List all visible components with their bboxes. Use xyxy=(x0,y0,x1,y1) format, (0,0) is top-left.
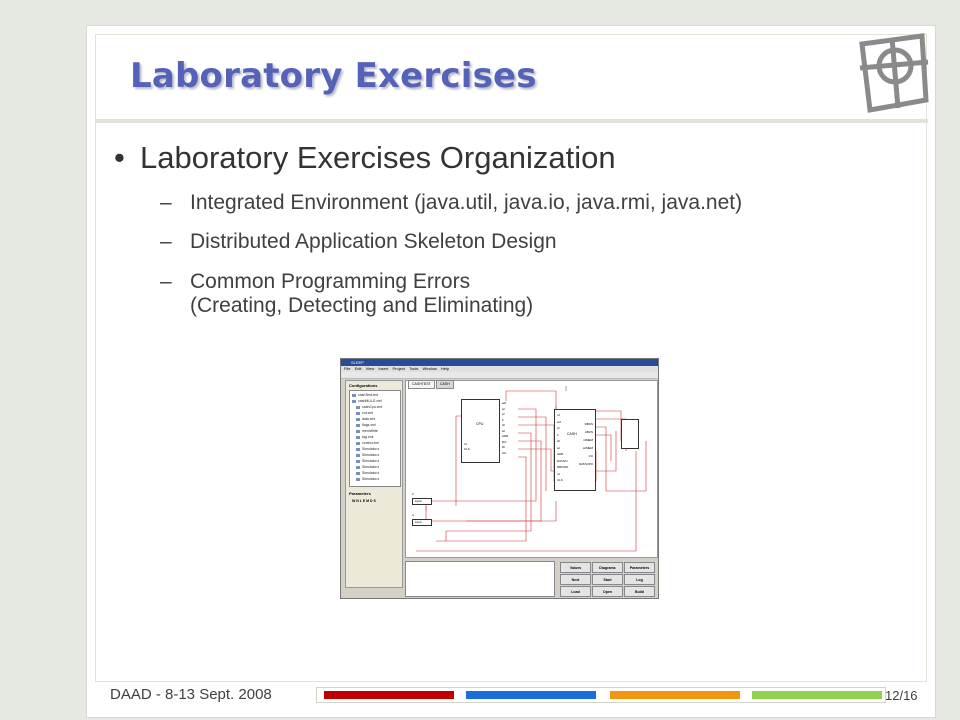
sub-bullet: – Integrated Environment (java.util, java… xyxy=(160,191,742,215)
color-bar-orange xyxy=(610,691,740,699)
slide-title: Laboratory Exercises xyxy=(130,56,537,96)
cash-output-pins: DBUS ABUS rdMEM wrMEM CC DATAOPU xyxy=(579,420,593,468)
toolbar xyxy=(341,372,658,379)
schematic-canvas[interactable]: CASHTEST CASH CPU rd CLK adr wr pf it ch… xyxy=(405,380,658,558)
color-bar-red xyxy=(324,691,454,699)
log-button[interactable]: Log xyxy=(624,574,655,585)
sub-bullet: – Common Programming Errors (Creating, De… xyxy=(160,270,533,318)
color-bar-green xyxy=(752,691,882,699)
pin-label: DBUSIN xyxy=(557,465,569,469)
pin-label: CC xyxy=(502,450,507,455)
input-number: 4 xyxy=(412,513,414,517)
output-console[interactable] xyxy=(405,561,555,597)
values-button[interactable]: Values xyxy=(560,562,591,573)
sub-bullet: – Distributed Application Skeleton Design xyxy=(160,230,557,254)
tree-item[interactable]: data.xml xyxy=(355,417,375,421)
parameters-value: W N L E M D S xyxy=(352,499,376,503)
configuration-tree[interactable]: cashTest.xml cashMULD.xml cashCpu.xml cn… xyxy=(349,390,401,487)
tree-item[interactable]: Simulator.x xyxy=(355,465,379,469)
bullet-marker: • xyxy=(114,140,125,175)
sub-bullet-text: Common Programming Errors xyxy=(190,270,471,293)
next-button[interactable]: Next xyxy=(560,574,591,585)
footer-event: DAAD - 8-13 Sept. 2008 xyxy=(110,686,272,703)
memory-block[interactable] xyxy=(621,419,639,449)
main-bullet-text: Laboratory Exercises Organization xyxy=(140,140,616,175)
cpu-output-pins: adr wr pf it ch wt ADR DO DI CC xyxy=(502,401,508,456)
color-bar-blue xyxy=(466,691,596,699)
tree-item[interactable]: cnt.xml xyxy=(355,411,373,415)
tree-item[interactable]: cashCpu.xml xyxy=(355,405,382,409)
start-button[interactable]: Start xyxy=(592,574,623,585)
dash-marker: – xyxy=(160,191,172,214)
page-number: 12/16 xyxy=(885,688,918,703)
tree-item[interactable]: cashTest.xml xyxy=(351,393,378,397)
wire-layer xyxy=(416,386,647,552)
tree-item[interactable]: memWrite xyxy=(356,429,378,433)
input-number: 2 xyxy=(412,492,414,496)
pin-label: rdMEM xyxy=(583,438,593,442)
tree-item[interactable]: tag.xml xyxy=(355,435,373,439)
pin-label: CLK xyxy=(557,478,563,482)
main-bullet: • Laboratory Exercises Organization xyxy=(114,140,616,176)
tree-item[interactable]: Simulator.x xyxy=(355,447,379,451)
pin-label: ADR xyxy=(502,434,509,438)
tree-item[interactable]: control.xml xyxy=(356,441,379,445)
window-title-bar: SLEEP xyxy=(341,359,658,366)
parameters-button[interactable]: Parameters xyxy=(624,562,655,573)
tree-item[interactable]: flags.xml xyxy=(356,423,376,427)
simulation-buttons: Values Diagrams Parameters Next Start Lo… xyxy=(559,561,657,597)
pin-label: wrMEM xyxy=(582,446,593,450)
sub-bullet-text: Distributed Application Skeleton Design xyxy=(190,230,557,253)
pin-label: DBUS xyxy=(584,422,593,426)
load-button[interactable]: Load xyxy=(560,586,591,597)
pin-label: rd xyxy=(464,442,467,446)
tree-item[interactable]: cashMULD.xml xyxy=(352,399,382,403)
tree-item[interactable]: Simulator.x xyxy=(355,471,379,475)
title-divider xyxy=(96,119,928,123)
university-logo xyxy=(859,33,929,113)
sub-bullet-continuation: (Creating, Detecting and Eliminating) xyxy=(190,294,534,317)
cpu-block[interactable]: CPU rd CLK xyxy=(461,399,500,463)
diagrams-button[interactable]: Diagrams xyxy=(592,562,623,573)
open-button[interactable]: Open xyxy=(592,586,623,597)
configurations-panel: Configurations cashTest.xml cashMULD.xml… xyxy=(345,380,403,588)
cash-block[interactable]: CASH rd wd pf it ch wt ADR DATAIN DBUSIN… xyxy=(554,409,596,491)
input-pin[interactable]: input xyxy=(412,519,432,526)
dash-marker: – xyxy=(160,230,172,253)
dash-marker: – xyxy=(160,270,172,293)
pin-label: ABUS xyxy=(584,430,593,434)
input-pin[interactable]: input xyxy=(412,498,432,505)
pin-label: CLK xyxy=(464,447,470,451)
tree-item[interactable]: Simulator.x xyxy=(355,453,379,457)
tree-item[interactable]: Simulator.x xyxy=(355,477,379,481)
application-screenshot: SLEEP File Edit View Insert Project Tool… xyxy=(340,358,659,599)
cpu-label: CPU xyxy=(476,422,484,426)
pin-label: CC xyxy=(588,454,593,458)
build-button[interactable]: Build xyxy=(624,586,655,597)
tree-item[interactable]: Simulator.x xyxy=(355,459,379,463)
cash-label: CASH xyxy=(567,432,577,436)
pin-label: DATAOPU xyxy=(578,462,593,466)
sub-bullet-text: Integrated Environment (java.util, java.… xyxy=(190,191,743,214)
cash-input-pins: rd wd pf it ch wt ADR DATAIN DBUSIN rd C… xyxy=(557,412,568,484)
configurations-label: Configurations xyxy=(349,383,378,388)
parameters-label: Parameters xyxy=(349,491,371,496)
